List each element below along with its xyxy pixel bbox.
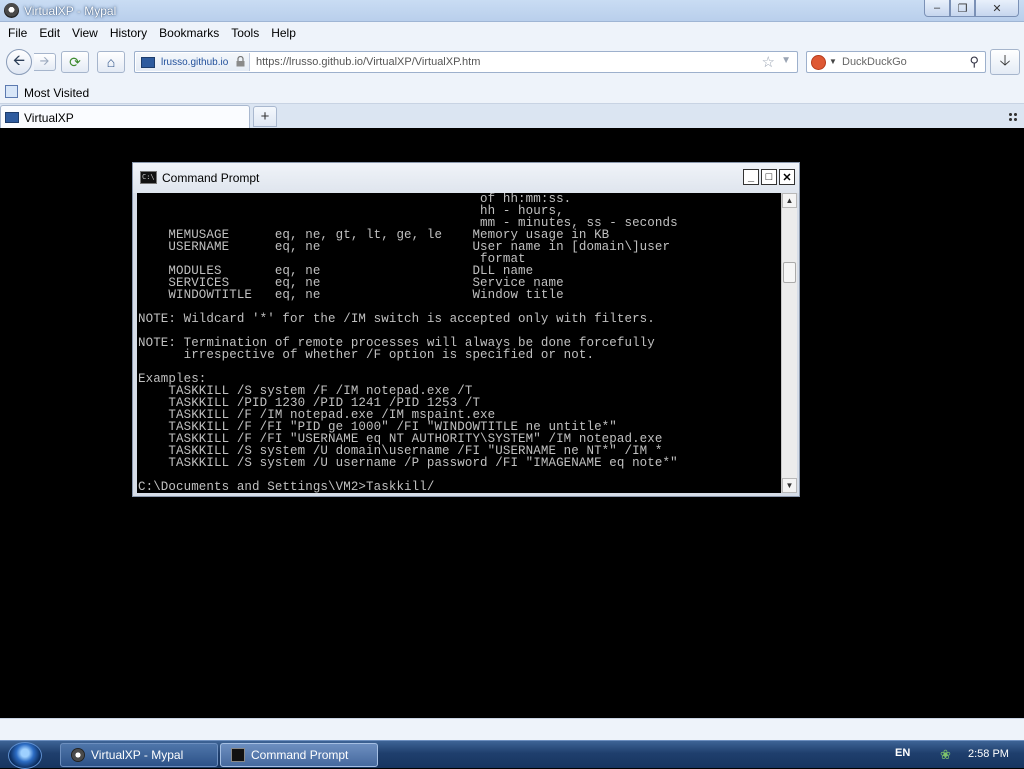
url-dropdown-icon[interactable]: ▼ — [781, 55, 791, 66]
close-button[interactable]: ✕ — [975, 0, 1019, 17]
taskbar-item-label: VirtualXP - Mypal — [91, 748, 184, 762]
downloads-button[interactable]: 🡣 — [990, 49, 1020, 75]
back-arrow-icon: 🡨 — [12, 51, 26, 69]
cmd-window-icon: C:\ — [140, 171, 157, 184]
home-icon: ⌂ — [106, 54, 116, 70]
taskbar-item-command-prompt[interactable]: Command Prompt — [220, 743, 378, 767]
console-scrollbar[interactable]: ▲ ▼ — [781, 193, 797, 493]
tab-virtualxp[interactable]: VirtualXP — [0, 105, 250, 128]
home-button[interactable]: ⌂ — [97, 51, 125, 73]
clock[interactable]: 2:58 PM — [968, 748, 1009, 760]
list-all-tabs-icon[interactable] — [1008, 112, 1018, 121]
bookmark-folder-icon — [5, 85, 18, 98]
url-bar[interactable]: lrusso.github.io https://lrusso.github.i… — [134, 51, 798, 73]
menu-view[interactable]: View — [72, 26, 98, 40]
download-arrow-icon: 🡣 — [999, 51, 1011, 69]
command-prompt-title: Command Prompt — [162, 171, 260, 185]
duckduckgo-engine-icon[interactable] — [811, 55, 826, 70]
cmd-minimize-button[interactable]: _ — [743, 169, 759, 185]
maximize-button[interactable]: ❐ — [950, 0, 975, 17]
search-icon[interactable]: ⚲ — [969, 54, 979, 70]
window-title: VirtualXP - Mypal — [24, 4, 117, 18]
scroll-up-button[interactable]: ▲ — [782, 193, 797, 208]
scroll-down-button[interactable]: ▼ — [782, 478, 797, 493]
bookmark-star-icon[interactable]: ☆ — [762, 53, 775, 71]
minimize-button[interactable]: – — [924, 0, 950, 17]
site-identity-label: lrusso.github.io — [161, 56, 229, 68]
url-text[interactable]: https://lrusso.github.io/VirtualXP/Virtu… — [256, 56, 480, 68]
mypal-task-icon — [71, 748, 85, 762]
menu-file[interactable]: File — [8, 26, 27, 40]
command-prompt-title-bar[interactable]: C:\ Command Prompt _ □ ✕ — [133, 163, 799, 193]
menu-tools[interactable]: Tools — [231, 26, 259, 40]
menu-bookmarks[interactable]: Bookmarks — [159, 26, 219, 40]
console-output-area[interactable]: of hh:mm:ss. hh - hours, mm - minutes, s… — [137, 193, 781, 493]
new-tab-button[interactable]: + — [253, 106, 277, 127]
network-tray-icon[interactable]: ❀ — [940, 747, 956, 762]
tab-favicon-icon — [5, 112, 19, 123]
plus-icon: + — [260, 108, 270, 125]
reload-button[interactable]: ⟳ — [61, 51, 89, 73]
command-prompt-window[interactable]: C:\ Command Prompt _ □ ✕ of hh:mm:ss. hh… — [132, 162, 800, 497]
cmd-window-controls: _ □ ✕ — [743, 169, 795, 185]
forward-arrow-icon: 🡪 — [39, 53, 50, 68]
browser-status-bar — [0, 718, 1024, 740]
browser-title-bar: VirtualXP - Mypal – ❐ ✕ — [0, 0, 1024, 22]
cmd-close-button[interactable]: ✕ — [779, 169, 795, 185]
bookmark-most-visited[interactable]: Most Visited — [24, 86, 89, 100]
taskbar: VirtualXP - Mypal Command Prompt EN ❀ 2:… — [0, 740, 1024, 769]
menu-edit[interactable]: Edit — [39, 26, 60, 40]
menu-bar: File Edit View History Bookmarks Tools H… — [0, 22, 1024, 44]
scroll-thumb[interactable] — [783, 262, 796, 283]
menu-history[interactable]: History — [110, 26, 147, 40]
back-button[interactable]: 🡨 — [6, 49, 32, 75]
lock-icon — [236, 56, 245, 67]
cmd-maximize-button[interactable]: □ — [761, 169, 777, 185]
window-controls: – ❐ ✕ — [924, 0, 1019, 17]
taskbar-item-mypal[interactable]: VirtualXP - Mypal — [60, 743, 218, 767]
tab-label: VirtualXP — [24, 111, 74, 125]
cmd-task-icon — [231, 748, 245, 762]
site-identity-button[interactable]: lrusso.github.io — [136, 53, 250, 71]
console-text: of hh:mm:ss. hh - hours, mm - minutes, s… — [138, 193, 678, 493]
site-favicon-icon — [141, 56, 155, 68]
forward-button[interactable]: 🡪 — [34, 53, 56, 71]
mypal-app-icon — [4, 3, 19, 18]
menu-help[interactable]: Help — [271, 26, 296, 40]
search-bar[interactable]: ▼ DuckDuckGo ⚲ — [806, 51, 986, 73]
bookmarks-toolbar: Most Visited — [0, 80, 1024, 104]
reload-icon: ⟳ — [69, 53, 81, 70]
start-button[interactable] — [8, 742, 42, 769]
engine-dropdown-icon[interactable]: ▼ — [829, 57, 837, 66]
tab-strip: VirtualXP + — [0, 104, 1024, 128]
search-placeholder[interactable]: DuckDuckGo — [842, 56, 907, 68]
taskbar-item-label: Command Prompt — [251, 748, 349, 762]
language-indicator[interactable]: EN — [895, 747, 910, 759]
